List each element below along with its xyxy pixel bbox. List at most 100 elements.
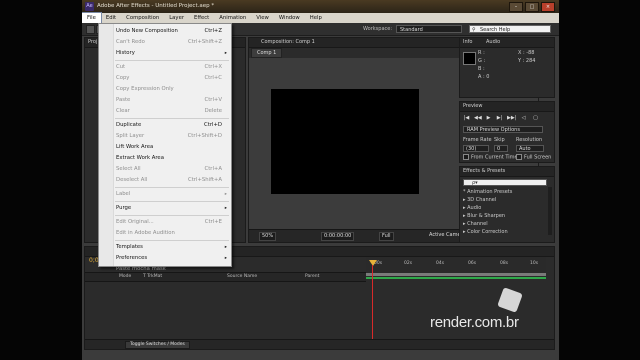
info-y: Y : 284 — [518, 58, 536, 64]
toggle-switches-modes-button[interactable]: Toggle Switches / Modes — [125, 341, 190, 349]
full-screen-checkbox[interactable]: Full Screen — [516, 154, 551, 161]
effects-scrollbar[interactable] — [548, 187, 552, 235]
watermark-logo: render.com.br — [430, 287, 560, 340]
effects-search-input[interactable]: ρ▾ — [463, 179, 547, 186]
minimize-button[interactable]: – — [509, 2, 523, 12]
ram-preview-button[interactable]: ▢ — [532, 115, 539, 122]
menu-item-purge[interactable]: Purge ▸ — [99, 203, 231, 214]
next-frame-button[interactable]: ▶| — [496, 115, 503, 122]
menu-item-label: Templates — [116, 244, 143, 250]
zoom-dropdown[interactable]: 50% — [259, 232, 277, 241]
timecode-field[interactable]: 0:00:00:00 — [321, 232, 355, 241]
menu-view[interactable]: View — [251, 13, 274, 23]
menu-item-shortcut: Ctrl+Z — [204, 28, 223, 34]
ruler-tick-label: 06s — [468, 261, 477, 266]
comp-flow-tab[interactable]: Comp 1 — [251, 48, 283, 58]
checkbox-icon — [463, 154, 469, 160]
menu-file[interactable]: File — [82, 12, 102, 24]
from-current-time-label: From Current Time — [471, 154, 518, 161]
info-r: R : — [478, 50, 485, 56]
menu-item-label: Undo New Composition — [116, 28, 178, 34]
list-item[interactable]: ▸ 3D Channel — [463, 196, 512, 204]
first-frame-button[interactable]: |◀ — [463, 115, 470, 122]
menu-item-label: Extract Work Area — [116, 155, 164, 161]
last-frame-button[interactable]: ▶▶| — [507, 115, 516, 122]
menu-item-shortcut: Ctrl+Shift+D — [187, 133, 222, 139]
menu-item-label: Select All — [116, 166, 141, 172]
menu-item-label: History — [116, 50, 135, 56]
tab-info[interactable]: Info — [463, 39, 472, 45]
list-item[interactable]: * Animation Presets — [463, 188, 512, 196]
audio-toggle-button[interactable]: ◁ — [520, 115, 527, 122]
watermark-text: render.com.br — [430, 314, 519, 331]
menu-item-shortcut: Ctrl+D — [204, 122, 222, 128]
menu-layer[interactable]: Layer — [164, 13, 189, 23]
window-controls: – □ × — [509, 2, 555, 12]
menu-item-label: Preferences — [116, 255, 148, 261]
previous-frame-button[interactable]: ◀◀ — [474, 115, 482, 122]
composition-canvas[interactable] — [271, 89, 419, 194]
menu-edit[interactable]: Edit — [101, 13, 121, 23]
menu-item-label: Deselect All — [116, 177, 148, 183]
resolution-dropdown-preview[interactable]: Auto — [516, 145, 544, 152]
menu-item-preferences[interactable]: Preferences ▸ — [99, 253, 231, 264]
menu-composition[interactable]: Composition — [121, 13, 164, 23]
info-g: G : — [478, 58, 486, 64]
search-help-input[interactable]: ⚲ Search Help — [469, 25, 551, 33]
submenu-arrow-icon: ▸ — [224, 206, 227, 211]
resolution-label: Resolution — [516, 137, 543, 143]
info-b: B : — [478, 66, 485, 72]
menu-item-templates[interactable]: Templates ▸ — [99, 242, 231, 253]
search-help-placeholder: Search Help — [480, 27, 511, 33]
menu-animation[interactable]: Animation — [214, 13, 251, 23]
menu-item-label: Duplicate — [116, 122, 142, 128]
tab-project[interactable]: Proj — [88, 39, 97, 45]
work-area-indicator — [366, 277, 546, 279]
menu-item-duplicate[interactable]: Duplicate Ctrl+D — [99, 120, 231, 131]
menu-help[interactable]: Help — [305, 13, 327, 23]
list-item[interactable]: ▸ Channel — [463, 220, 512, 228]
menu-item-label: Lift Work Area — [116, 144, 154, 150]
menu-item-split-layer: Split Layer Ctrl+Shift+D — [99, 131, 231, 142]
menu-separator — [115, 187, 229, 188]
current-time-indicator-line — [372, 265, 373, 349]
menu-separator — [115, 201, 229, 202]
current-time-indicator-icon[interactable] — [369, 260, 377, 266]
ram-preview-options-dropdown[interactable]: RAM Preview Options — [463, 126, 543, 133]
skip-field[interactable]: 0 — [494, 145, 508, 152]
frame-rate-dropdown[interactable]: (30) — [463, 145, 489, 152]
close-button[interactable]: × — [541, 2, 555, 12]
checkbox-icon — [516, 154, 522, 160]
info-x: X : -88 — [518, 50, 535, 56]
render-logo-icon — [497, 287, 523, 313]
submenu-arrow-icon: ▸ — [224, 256, 227, 261]
menu-window[interactable]: Window — [274, 13, 305, 23]
workspace-dropdown[interactable]: Standard — [396, 25, 462, 33]
tab-composition[interactable]: Composition: Comp 1 — [261, 39, 315, 45]
tab-audio[interactable]: Audio — [486, 39, 500, 45]
frame-rate-label: Frame Rate — [463, 137, 492, 143]
menu-item-deselect-all: Deselect All Ctrl+Shift+A — [99, 175, 231, 186]
resolution-dropdown[interactable]: Full — [379, 232, 394, 241]
menu-separator — [115, 240, 229, 241]
from-current-time-checkbox[interactable]: From Current Time — [463, 154, 518, 161]
menu-item-history[interactable]: History ▸ — [99, 48, 231, 59]
list-item[interactable]: ▸ Color Correction — [463, 228, 512, 236]
selection-tool-icon[interactable] — [86, 25, 95, 34]
tab-preview[interactable]: Preview — [463, 103, 482, 109]
effects-presets-panel: Effects & Presets ρ▾ * Animation Presets… — [459, 166, 555, 243]
menu-item-extract-work-area[interactable]: Extract Work Area — [99, 153, 231, 164]
maximize-button[interactable]: □ — [525, 2, 539, 12]
search-icon: ⚲ — [472, 27, 476, 33]
menu-item-label: Paste — [116, 97, 131, 103]
menu-item-lift-work-area[interactable]: Lift Work Area — [99, 142, 231, 153]
list-item[interactable]: ▸ Audio — [463, 204, 512, 212]
menu-items: Undo New Composition Ctrl+Z Can't Redo Ctrl… — [99, 26, 231, 275]
work-area-bar[interactable] — [366, 273, 546, 276]
list-item[interactable]: ▸ Blur & Sharpen — [463, 212, 512, 220]
menu-separator — [115, 215, 229, 216]
tab-effects-presets[interactable]: Effects & Presets — [463, 168, 505, 174]
menu-effect[interactable]: Effect — [189, 13, 214, 23]
play-button[interactable]: ▶ — [485, 115, 492, 122]
menu-item-undo-new-composition[interactable]: Undo New Composition Ctrl+Z — [99, 26, 231, 37]
